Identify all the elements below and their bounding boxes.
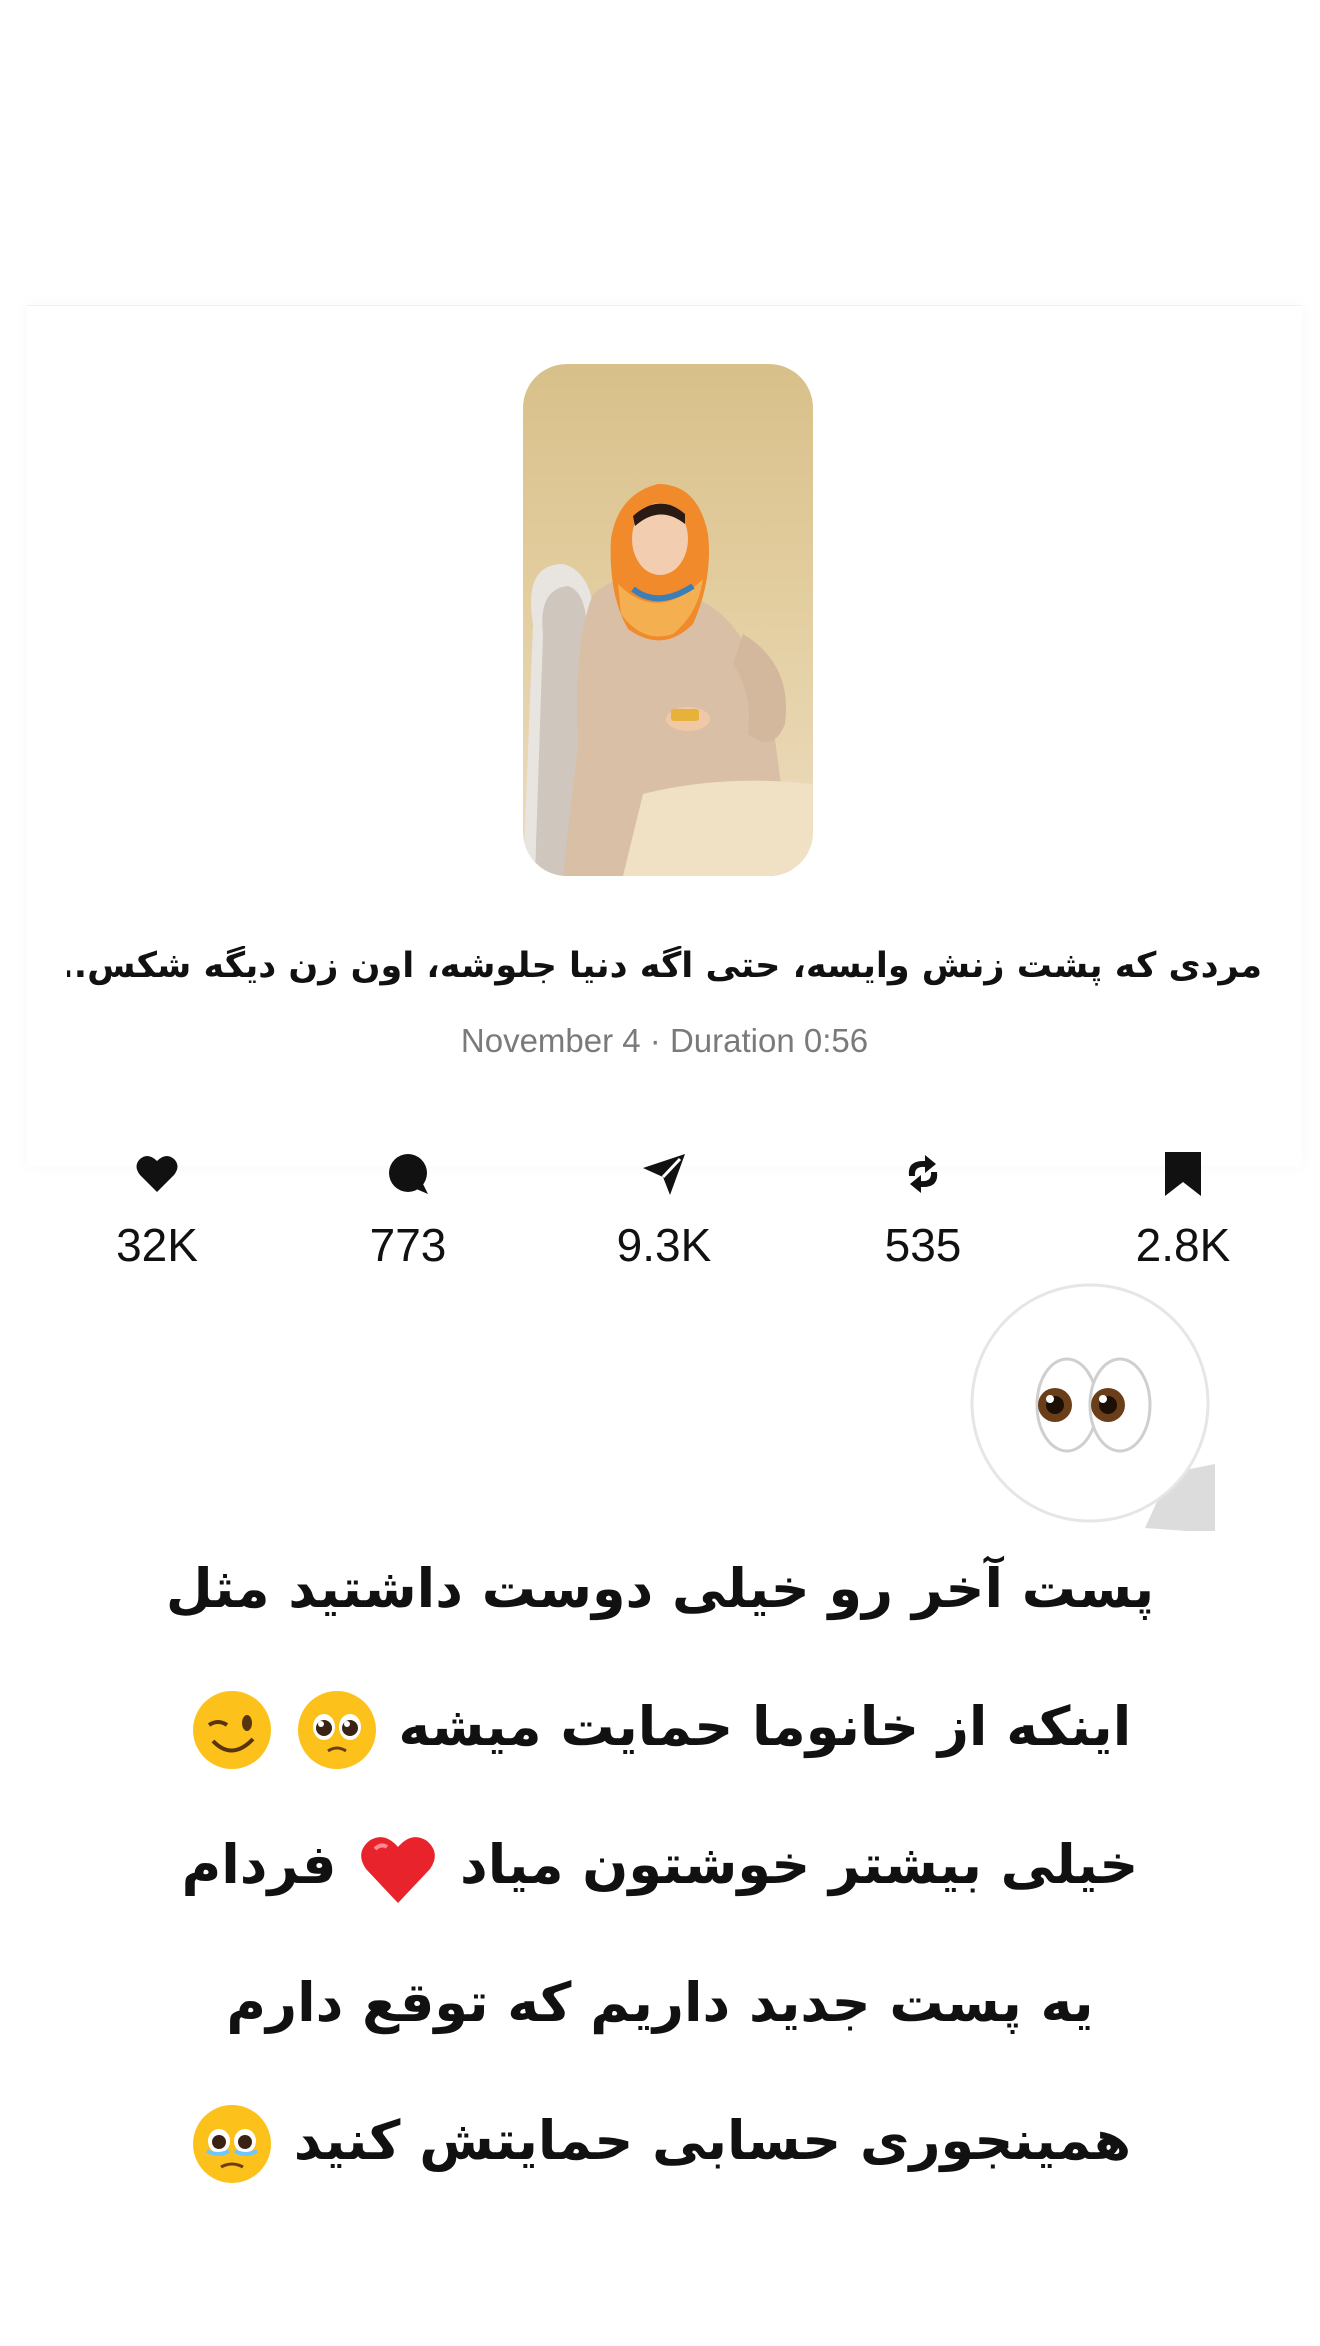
comment-count: 773 [369,1219,447,1271]
repost-icon[interactable] [823,1150,1023,1208]
post-meta: November 4 · Duration 0:56 [460,1022,869,1059]
story-line-5-text: همینجوری حسابی حمایتش کنید [293,2109,1132,2172]
story-line-1: پست آخر رو خیلی دوست داشتید مثل [165,1557,1155,1620]
winking-face-emoji [191,1689,273,1771]
like-count: 32K [116,1219,198,1271]
story-line-2: اینکه از خانوما حمایت میشه [100,1658,1220,1796]
post-caption[interactable]: مردی که پشت زنش وایسه، حتی اگه دنیا جلوش… [67,946,1262,986]
eyes-emoji [970,1283,1220,1533]
holding-back-tears-emoji [191,2103,273,2185]
pleading-face-emoji [296,1689,378,1771]
stats-bar: 32K 773 9.3K 535 2.8K [0,1150,1320,1280]
repost-count: 535 [884,1219,962,1271]
eyes-sticker[interactable] [970,1283,1220,1533]
story-line-3-text: خیلی بیشتر خوشتون میاد [460,1833,1139,1896]
bookmark-count: 2.8K [1135,1219,1231,1271]
story-line-2-text: اینکه از خانوما حمایت میشه [398,1695,1132,1758]
post-card[interactable]: مردی که پشت زنش وایسه، حتی اگه دنیا جلوش… [27,305,1302,1166]
share-stat[interactable]: 9.3K [564,1150,764,1272]
story-line-3: خیلی بیشتر خوشتون میاد فردام [100,1796,1220,1934]
share-icon[interactable] [564,1150,764,1208]
comment-stat[interactable]: 773 [308,1150,508,1272]
story-line-4: یه پست جدید داریم که توقع دارم [226,1971,1094,2034]
story-text: پست آخر رو خیلی دوست داشتید مثل اینکه از… [100,1520,1220,2210]
share-count: 9.3K [616,1219,712,1271]
heart-icon[interactable] [57,1150,257,1208]
bookmark-stat[interactable]: 2.8K [1083,1150,1283,1272]
like-stat[interactable]: 32K [57,1150,257,1272]
comment-icon[interactable] [308,1150,508,1208]
video-thumbnail[interactable] [523,364,813,876]
story-line-5: همینجوری حسابی حمایتش کنید [100,2072,1220,2210]
story-line-3-suffix: فردام [181,1833,337,1896]
bookmark-icon[interactable] [1083,1150,1283,1208]
repost-stat[interactable]: 535 [823,1150,1023,1272]
top-blank-area [0,0,1320,300]
red-heart-emoji [357,1827,439,1909]
